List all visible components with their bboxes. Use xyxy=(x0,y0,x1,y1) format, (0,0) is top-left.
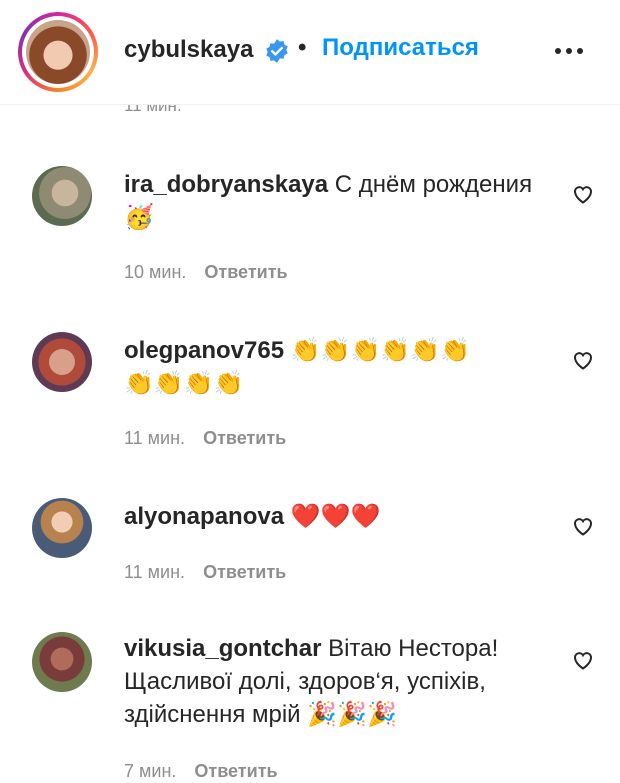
reply-button[interactable]: Ответить xyxy=(203,562,286,582)
heart-icon[interactable] xyxy=(571,182,595,206)
more-options-icon[interactable] xyxy=(553,46,585,56)
reply-button[interactable]: Ответить xyxy=(194,761,277,781)
commenter-avatar[interactable] xyxy=(32,332,92,392)
follow-button[interactable]: Подписаться xyxy=(322,34,479,62)
commenter-username[interactable]: ira_dobryanskaya xyxy=(124,171,328,198)
comment-body: С днём рождения xyxy=(334,171,533,198)
comment-meta: 10 мин. Ответить xyxy=(124,262,288,283)
comment-text: alyonapanova ❤️❤️❤️ xyxy=(124,500,554,533)
comment-meta: 11 мин. Ответить xyxy=(124,562,286,583)
heart-icon[interactable] xyxy=(571,648,595,672)
comment-time: 7 мин. xyxy=(124,761,177,781)
commenter-avatar[interactable] xyxy=(32,166,92,226)
commenter-avatar[interactable] xyxy=(32,498,92,558)
red-heart-emoji: ❤️❤️❤️ xyxy=(290,502,381,530)
clapping-emoji-row: 👏👏👏👏👏👏 xyxy=(290,336,471,364)
comment-text: olegpanov765 👏👏👏👏👏👏 👏👏👏👏 xyxy=(124,334,554,400)
comment-meta: 11 мин. Ответить xyxy=(124,428,286,449)
party-popper-emoji: 🎉🎉🎉 xyxy=(307,700,397,728)
comment-text: ira_dobryanskaya С днём рождения 🥳 xyxy=(124,168,554,234)
owner-username[interactable]: cybulskaya xyxy=(124,36,253,64)
post-header: cybulskaya • Подписаться xyxy=(0,0,620,105)
commenter-username[interactable]: vikusia_gontchar xyxy=(124,635,321,662)
separator-dot: • xyxy=(298,34,307,61)
comment-meta: 7 мин. Ответить xyxy=(124,761,278,782)
comment-time: 10 мин. xyxy=(124,262,187,282)
commenter-avatar[interactable] xyxy=(32,632,92,692)
verified-badge-icon xyxy=(266,39,288,63)
comment-time: 11 мин. xyxy=(124,562,186,582)
comment-text: vikusia_gontchar Вітаю Нестора! Щасливої… xyxy=(124,632,554,731)
party-face-emoji: 🥳 xyxy=(124,203,154,231)
reply-button[interactable]: Ответить xyxy=(203,428,286,448)
clapping-emoji-row: 👏👏👏👏 xyxy=(124,369,244,397)
heart-icon[interactable] xyxy=(571,514,595,538)
reply-button[interactable]: Ответить xyxy=(204,262,287,282)
commenter-username[interactable]: olegpanov765 xyxy=(124,337,284,364)
comment-time: 11 мин. xyxy=(124,428,186,448)
owner-avatar[interactable] xyxy=(18,12,98,92)
commenter-username[interactable]: alyonapanova xyxy=(124,503,284,530)
heart-icon[interactable] xyxy=(571,348,595,372)
